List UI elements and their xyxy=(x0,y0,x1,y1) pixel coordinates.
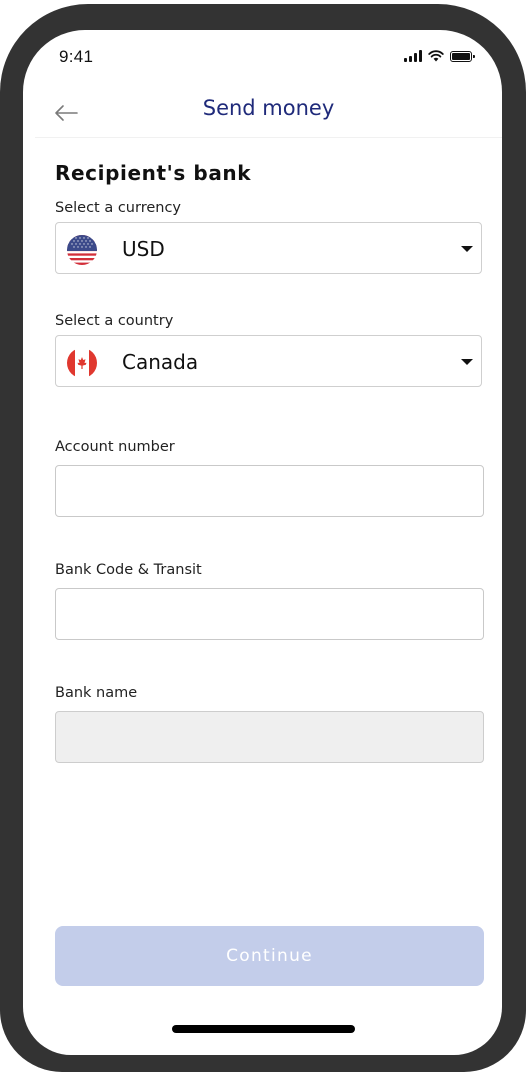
phone-frame: 9:41 Send money Recipient's bank Select … xyxy=(0,4,526,1072)
bank-code-field: Bank Code & Transit xyxy=(55,560,485,640)
account-number-label: Account number xyxy=(55,439,175,455)
section-title: Recipient's bank xyxy=(55,161,252,185)
currency-select[interactable]: USD xyxy=(55,222,482,274)
status-time: 9:41 xyxy=(59,47,94,66)
bank-name-field: Bank name xyxy=(55,683,485,763)
country-label: Select a country xyxy=(55,313,174,329)
country-select[interactable]: Canada xyxy=(55,335,482,387)
status-bar: 9:41 xyxy=(23,30,502,90)
continue-button[interactable]: Continue xyxy=(55,926,484,986)
canada-flag-icon xyxy=(67,348,97,378)
page-title: Send money xyxy=(202,96,335,120)
cellular-signal-icon xyxy=(404,50,422,62)
nav-bar: Send money xyxy=(35,90,502,138)
bank-name-label: Bank name xyxy=(55,685,138,701)
currency-field: Select a currency USD xyxy=(55,198,485,274)
phone-screen: 9:41 Send money Recipient's bank Select … xyxy=(23,30,502,1055)
home-indicator[interactable] xyxy=(172,1025,355,1033)
wifi-icon xyxy=(428,50,444,62)
country-field: Select a country Canada xyxy=(55,311,485,387)
bank-name-input xyxy=(55,711,484,763)
country-value: Canada xyxy=(122,350,199,374)
bank-code-input[interactable] xyxy=(55,588,484,640)
bank-code-label: Bank Code & Transit xyxy=(55,562,202,578)
us-flag-icon xyxy=(67,235,97,265)
account-number-input[interactable] xyxy=(55,465,484,517)
chevron-down-icon xyxy=(461,246,473,252)
battery-icon xyxy=(450,50,475,62)
currency-label: Select a currency xyxy=(55,200,182,216)
account-number-field: Account number xyxy=(55,437,485,517)
recipient-bank-form: Recipient's bank Select a currency USD S… xyxy=(55,158,485,763)
currency-value: USD xyxy=(122,237,165,261)
chevron-down-icon xyxy=(461,359,473,365)
status-icons xyxy=(404,50,475,62)
